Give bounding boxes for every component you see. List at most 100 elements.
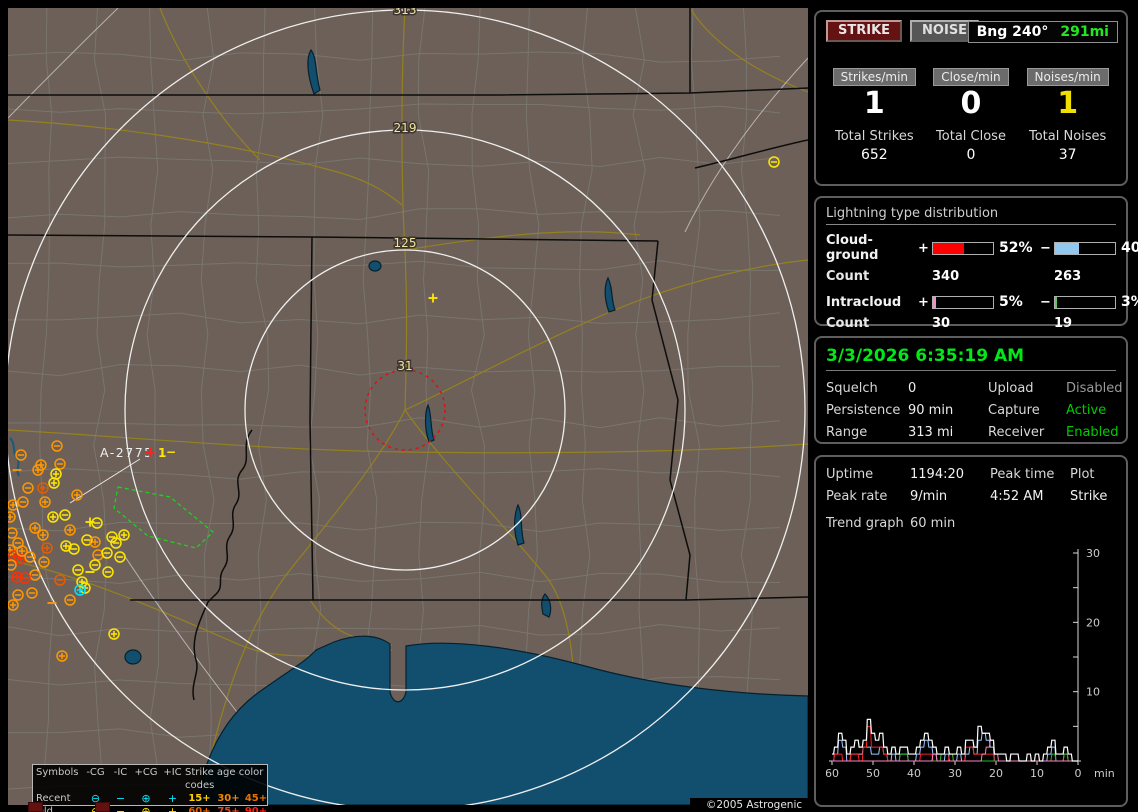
svg-text:10: 10 [1030,767,1044,780]
trend-graph-label: Trend graph [826,516,904,531]
taskbar-fragment [95,802,110,812]
count-label: Count [826,316,870,331]
plus-icon: + [167,792,178,805]
strikes-per-min-label: Strikes/min [832,68,917,86]
ring-label-313: 313 [394,8,417,17]
svg-text:30: 30 [1086,547,1100,560]
trend-series-Total strikes [832,718,1078,762]
chart-labels: 60 50 40 30 20 10 0 min 10 20 30 [825,547,1115,780]
legend-col-ic-neg: -IC [113,767,128,778]
legend-col-cg-neg: -CG [86,767,105,778]
receiver-status: Enabled [1066,425,1119,440]
circle-plus-icon: ⊕ [141,805,151,812]
intracloud-label: Intracloud [826,294,902,310]
age-90: 90+ [244,806,268,812]
total-strikes-label: Total Strikes [835,129,914,144]
svg-text:50: 50 [866,767,880,780]
plot-label: Plot [1070,467,1095,482]
datetime-display: 3/3/2026 6:35:19 AM [826,346,1116,371]
peak-rate-value: 9/min [910,489,948,504]
strike-stats-box: STRIKE NOISE Bng 240° 291mi Strikes/min 1… [814,10,1128,186]
strike-mode-button[interactable]: STRIKE [826,20,903,42]
ic-neg-bar [1054,295,1116,309]
cg-neg-count: 263 [1054,269,1082,284]
ic-pos-pct: 5% [999,294,1023,310]
persistence-label: Persistence [826,403,901,418]
ic-neg-count: 19 [1054,316,1073,331]
trend-graph-chart: 60 50 40 30 20 10 0 min 10 20 30 [825,547,1115,780]
squelch-label: Squelch [826,381,878,396]
plus-icon: + [167,805,178,812]
minus-sign: − [1040,240,1051,256]
cg-pos-bar [932,241,994,255]
svg-text:20: 20 [1086,616,1100,629]
peak-time-label: Peak time [990,467,1055,482]
upload-status: Disabled [1066,381,1123,396]
trend-series-+IC [832,739,1078,762]
svg-text:min: min [1094,767,1115,780]
app-window: 31 125 219 313 A-2775 1 − Symbols -CG -I… [0,0,1138,812]
ring-label-31: 31 [397,359,412,373]
bearing-readout: Bng 240° 291mi [967,21,1118,43]
ic-neg-pct: 3% [1121,294,1138,310]
total-strikes-value: 652 [860,147,888,163]
minus-icon: − [115,805,126,812]
cg-pos-pct: 52% [999,240,1033,256]
uptime-value: 1194:20 [910,467,965,482]
range-label: Range [826,425,868,440]
receiver-label: Receiver [988,425,1045,440]
upload-label: Upload [988,381,1034,396]
noises-per-min-label: Noises/min [1026,68,1109,86]
range-value: 313 mi [908,425,954,440]
legend-col-cg-pos: +CG [134,767,158,778]
svg-text:20: 20 [989,767,1003,780]
trend-graph-window: 60 min [910,516,956,531]
ring-label-219: 219 [394,121,417,135]
svg-text:60: 60 [826,767,839,780]
peak-time-value: 4:52 AM [990,489,1044,504]
copyright-label: ©2005 Astrogenic Systems [690,798,818,812]
total-close-label: Total Close [936,129,1006,144]
trend-series--CG [832,725,1078,762]
bearing-range: 291mi [1060,24,1109,40]
noises-per-min-value: 1 [1057,86,1079,121]
strikes-per-min-column: Strikes/min 1 Total Strikes 652 [826,66,923,163]
ic-pos-bar [932,295,994,309]
cloud-ground-label: Cloud-ground [826,233,879,263]
total-close-value: 0 [966,147,976,163]
cell-suffix: − [166,445,176,459]
storm-cell-label: A-2775 1 − [100,445,176,460]
minus-sign: − [1040,294,1051,310]
cg-pos-count: 340 [932,269,960,284]
squelch-value: 0 [908,381,917,396]
circle-plus-icon: ⊕ [141,792,151,805]
svg-text:0: 0 [1075,767,1082,780]
taskbar-fragment [28,802,43,812]
svg-text:40: 40 [907,767,921,780]
distribution-title: Lightning type distribution [826,206,1116,225]
ring-label-125: 125 [394,236,417,250]
legend-age-header: Strike age color codes [185,767,264,791]
lightning-map[interactable]: 31 125 219 313 A-2775 1 − Symbols -CG -I… [4,2,818,812]
minus-icon: − [115,792,126,805]
uptime-label: Uptime [826,467,874,482]
svg-text:10: 10 [1086,686,1100,699]
persistence-value: 90 min [908,403,954,418]
map-canvas[interactable]: 31 125 219 313 A-2775 1 − [4,2,809,811]
plus-sign: + [918,294,929,310]
total-noises-label: Total Noises [1028,129,1107,144]
close-per-min-label: Close/min [933,68,1009,86]
plus-sign: + [918,240,929,256]
capture-label: Capture [988,403,1040,418]
total-noises-value: 37 [1058,147,1077,163]
age-60: 60+ [188,806,211,812]
peak-rate-label: Peak rate [826,489,888,504]
bearing-value: Bng 240° [976,24,1049,40]
noises-per-min-column: Noises/min 1 Total Noises 37 [1019,66,1116,163]
age-15: 15+ [188,793,211,804]
strikes-per-min-value: 1 [863,86,885,121]
lightning-distribution-box: Lightning type distribution Cloud-ground… [814,196,1138,331]
svg-text:30: 30 [948,767,962,780]
map-legend: Symbols -CG -IC +CG +IC Strike age color… [32,764,268,812]
clock-status-box: 3/3/2026 6:35:19 AM Squelch 0 Upload Dis… [814,336,1128,444]
